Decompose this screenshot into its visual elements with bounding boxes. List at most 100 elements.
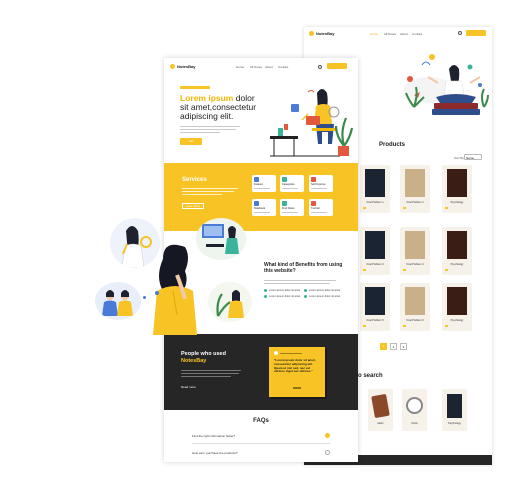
page-3[interactable]: 3	[400, 343, 407, 350]
book-cover	[447, 169, 467, 197]
chevron-down-icon[interactable]	[325, 450, 330, 455]
faq-item[interactable]: Find the right information faster?	[192, 432, 330, 444]
front-login-button[interactable]	[327, 63, 347, 69]
back-login-button[interactable]	[466, 30, 486, 36]
faq-item[interactable]: How can I purchase the products?	[192, 449, 330, 461]
add-to-cart-button[interactable]	[445, 325, 448, 327]
product-title: Oval Problem 6	[406, 319, 424, 322]
check-icon	[264, 295, 267, 298]
testimonials-read-more-link[interactable]: Read more	[181, 385, 196, 389]
back-nav-all-notes[interactable]: All Notes	[384, 32, 396, 36]
page-1[interactable]: 1	[380, 343, 387, 350]
sort-select[interactable]: Name	[464, 154, 482, 160]
product-title: Oval Problem 1	[366, 201, 384, 204]
front-nav-about[interactable]: About	[265, 65, 273, 69]
search-item-title: Clock	[411, 422, 418, 425]
product-card[interactable]: Oval Problem 4	[400, 227, 430, 275]
search-item-card[interactable]: Alarm	[368, 389, 393, 431]
product-title: Psychology	[450, 201, 464, 204]
hero-cta-button[interactable]: Get	[180, 138, 202, 145]
service-card[interactable]: Tutorial	[309, 199, 333, 216]
product-card[interactable]: Psychology	[442, 227, 472, 275]
search-icon[interactable]	[318, 65, 322, 69]
benefit-point: Lorem ipsum dolor sit amet	[264, 295, 300, 298]
services-learn-more-button[interactable]: Learn More	[182, 203, 204, 209]
product-title: Oval Problem 3	[366, 263, 384, 266]
front-nav-all-notes[interactable]: All Notes	[250, 65, 262, 69]
add-to-cart-button[interactable]	[363, 207, 366, 209]
services-text-line	[182, 194, 222, 195]
add-to-cart-button[interactable]	[445, 207, 448, 209]
service-card[interactable]: Find Notes	[280, 199, 304, 216]
testimonial-card: "Lorem ipsum dolor sit amet, consectetur…	[269, 347, 325, 397]
benefits-heading: What kind of Benefits from using this we…	[264, 262, 343, 274]
check-icon	[304, 295, 307, 298]
product-title: Oval Problem 2	[406, 201, 424, 204]
decor-dot	[143, 296, 146, 299]
product-card[interactable]: Oval Problem 5	[360, 283, 390, 331]
search-item-title: Psychology	[448, 422, 461, 425]
service-card[interactable]: Notebook	[252, 199, 276, 216]
book-cover	[365, 287, 385, 315]
service-label: Categories	[282, 183, 295, 186]
hero-text-line	[180, 132, 220, 133]
add-to-cart-button[interactable]	[363, 269, 366, 271]
book-cover	[405, 231, 425, 259]
add-to-cart-button[interactable]	[363, 325, 366, 327]
clock-icon	[406, 397, 423, 414]
testimonials-section: People who used NotesBay Read more "Lore…	[164, 334, 358, 410]
product-card[interactable]: Oval Problem 2	[400, 165, 430, 213]
search-item-card[interactable]: Psychology	[442, 389, 467, 431]
book-cover	[447, 394, 462, 418]
back-brand: NotesBay	[316, 31, 335, 36]
book-cover	[405, 287, 425, 315]
product-card[interactable]: Psychology	[442, 283, 472, 331]
benefit-point: Lorem ipsum dolor sit amet	[264, 289, 300, 292]
testimonial-text-line	[181, 376, 231, 377]
service-label: Find Notes	[282, 207, 295, 210]
testimonial-pager[interactable]	[293, 387, 301, 389]
services-text-line	[182, 191, 234, 192]
front-nav-home[interactable]: Home	[236, 65, 244, 69]
service-text-line	[282, 188, 298, 189]
testimonials-heading-white: People who used	[181, 351, 226, 357]
plants-circle	[208, 282, 252, 322]
back-nav-home[interactable]: Home	[370, 32, 378, 36]
faqs-heading: FAQs	[253, 418, 269, 424]
service-label: Notebook	[254, 207, 266, 210]
faq-question: How can I purchase the products?	[192, 451, 238, 455]
product-card[interactable]: Oval Problem 6	[400, 283, 430, 331]
search-item-card[interactable]: Clock	[402, 389, 427, 431]
search-icon[interactable]	[458, 31, 462, 35]
back-nav-contact[interactable]: Contact	[412, 32, 422, 36]
service-text-line	[254, 212, 270, 213]
product-card[interactable]: Oval Problem 1	[360, 165, 390, 213]
back-nav-about[interactable]: About	[400, 32, 408, 36]
services-heading: Services	[182, 177, 207, 183]
add-to-cart-button[interactable]	[445, 269, 448, 271]
thinking-woman-illustration	[153, 244, 197, 335]
book-cover	[365, 169, 385, 197]
like-badge-icon	[291, 104, 299, 112]
product-card[interactable]: Oval Problem 3	[360, 227, 390, 275]
search-heading: to search	[356, 373, 383, 379]
service-card[interactable]: Feature	[252, 175, 276, 192]
chevron-down-icon[interactable]	[325, 433, 330, 438]
service-card[interactable]: Categories	[280, 175, 304, 192]
front-nav-contact[interactable]: Contact	[278, 65, 288, 69]
add-to-cart-button[interactable]	[403, 207, 406, 209]
service-label: Feature	[254, 183, 263, 186]
testimonials-heading: People who used NotesBay	[181, 351, 251, 365]
sort-label: Sort By	[454, 156, 464, 160]
service-text-line	[282, 212, 298, 213]
product-card[interactable]: Psychology	[442, 165, 472, 213]
add-to-cart-button[interactable]	[403, 269, 406, 271]
service-text-line	[254, 188, 270, 189]
book-cover	[405, 169, 425, 197]
service-card[interactable]: Self Improve	[309, 175, 333, 192]
benefits-text-line	[264, 280, 336, 281]
meeting-circle	[196, 218, 246, 260]
page-2[interactable]: 2	[390, 343, 397, 350]
service-text-line	[311, 212, 327, 213]
add-to-cart-button[interactable]	[403, 325, 406, 327]
